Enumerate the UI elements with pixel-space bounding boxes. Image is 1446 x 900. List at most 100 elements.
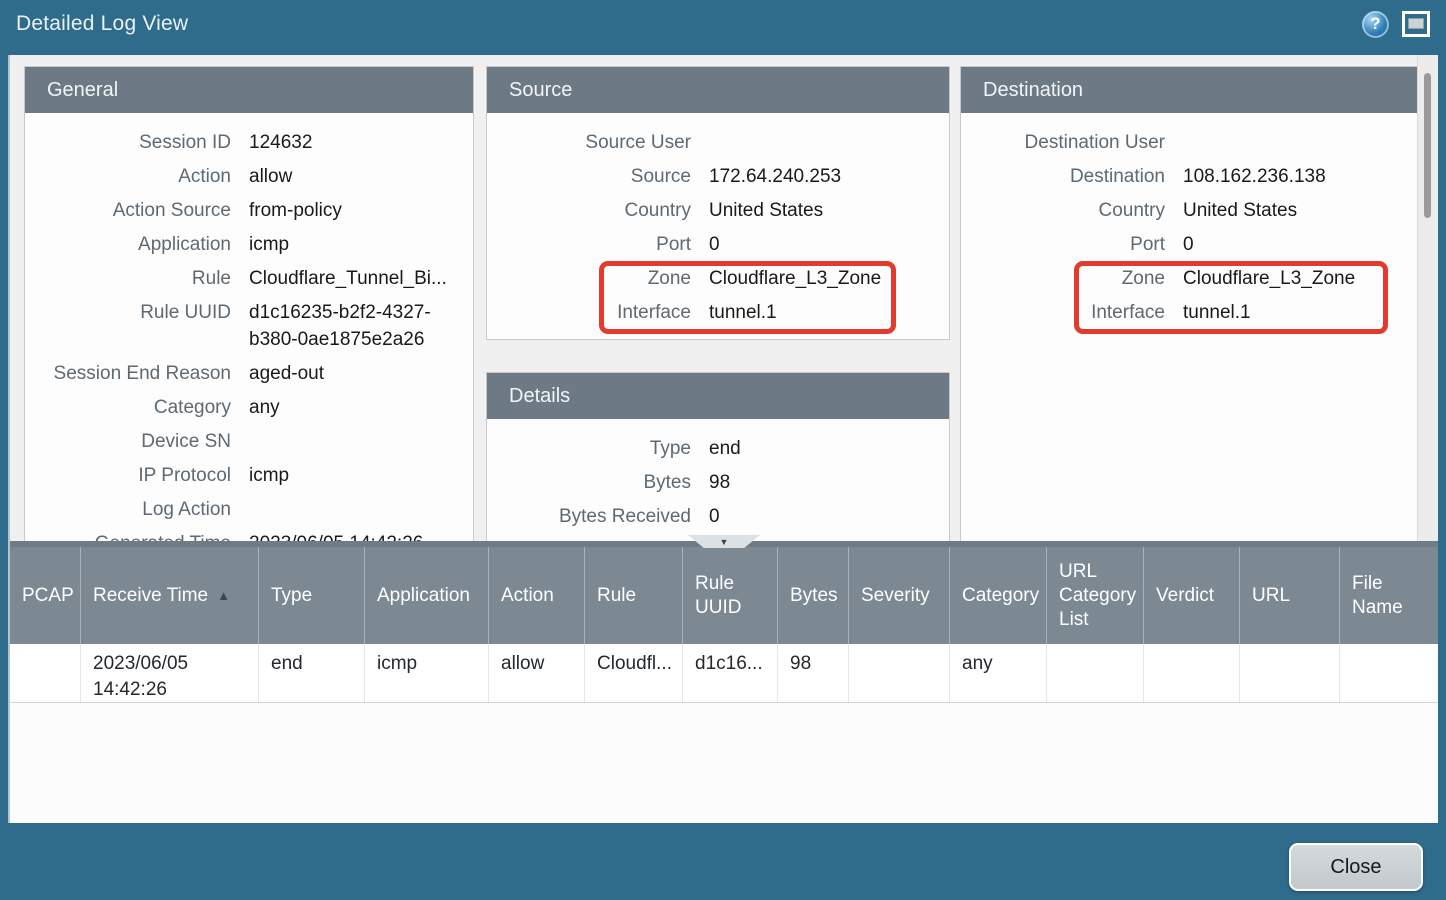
- column-header-application[interactable]: Application: [364, 547, 488, 644]
- field-label: Action Source: [47, 197, 231, 224]
- field-label: Application: [47, 231, 231, 258]
- row-rule: Rule Cloudflare_Tunnel_Bi...: [47, 265, 473, 292]
- field-label: Zone: [983, 265, 1165, 292]
- column-header-type[interactable]: Type: [258, 547, 364, 644]
- field-label: Country: [509, 197, 691, 224]
- column-header-receive-time[interactable]: Receive Time▲: [80, 547, 258, 644]
- row-bytes: Bytes 98: [509, 469, 949, 496]
- field-value: [1183, 129, 1420, 156]
- row-zone: ZoneCloudflare_L3_Zone: [509, 265, 949, 292]
- cell-rule: Cloudfl...: [584, 644, 682, 702]
- field-label: Session ID: [47, 129, 231, 156]
- cell-pcap: [10, 644, 80, 702]
- column-header-severity[interactable]: Severity: [848, 547, 949, 644]
- source-panel-body: Source User Source 172.64.240.253 Country…: [487, 113, 949, 326]
- row-device-sn: Device SN: [47, 428, 473, 455]
- field-label: Session End Reason: [47, 360, 231, 387]
- cell-type: end: [258, 644, 364, 702]
- row-rule-uuid: Rule UUIDd1c16235-b2f2-4327-b380-0ae1875…: [47, 299, 473, 353]
- log-table-area: ▼ PCAP Receive Time▲ Type Application Ac…: [8, 541, 1438, 823]
- field-label: Destination: [983, 163, 1165, 190]
- column-header-url-category-list[interactable]: URL Category List: [1046, 547, 1143, 644]
- field-label: Source: [509, 163, 691, 190]
- field-value: [709, 129, 949, 156]
- column-header-bytes[interactable]: Bytes: [777, 547, 848, 644]
- row-type: Typeend: [509, 435, 949, 462]
- field-label: Interface: [983, 299, 1165, 326]
- general-panel-header: General: [25, 67, 473, 113]
- field-value: icmp: [249, 462, 473, 489]
- chevron-down-icon: ▼: [720, 537, 729, 547]
- field-value: Cloudflare_L3_Zone: [709, 265, 949, 292]
- vertical-scrollbar-thumb[interactable]: [1424, 73, 1431, 218]
- field-label: Port: [983, 231, 1165, 258]
- field-value: Cloudflare_Tunnel_Bi...: [249, 265, 473, 292]
- row-application: Application icmp: [47, 231, 473, 258]
- row-log-action: Log Action: [47, 496, 473, 523]
- field-label: Source User: [509, 129, 691, 156]
- cell-receive-time: 2023/06/05 14:42:26: [80, 644, 258, 702]
- field-value: end: [709, 435, 949, 462]
- field-value: 172.64.240.253: [709, 163, 949, 190]
- field-value: United States: [709, 197, 949, 224]
- row-category: Categoryany: [47, 394, 473, 421]
- row-country: Country United States: [509, 197, 949, 224]
- general-panel-body: Session ID 124632 Action allow Action Sour…: [25, 113, 473, 541]
- row-destination: Destination108.162.236.138: [983, 163, 1420, 190]
- field-value: tunnel.1: [709, 299, 949, 326]
- row-ip-protocol: IP Protocol icmp: [47, 462, 473, 489]
- row-destination-user: Destination User: [983, 129, 1420, 156]
- field-value: tunnel.1: [1183, 299, 1420, 326]
- field-value: from-policy: [249, 197, 473, 224]
- column-header-category[interactable]: Category: [949, 547, 1046, 644]
- details-panel-body: Typeend Bytes98 Bytes Received0: [487, 419, 949, 530]
- field-value: [249, 496, 473, 523]
- field-value: 98: [709, 469, 949, 496]
- field-label: Action: [47, 163, 231, 190]
- field-label: Device SN: [47, 428, 231, 455]
- row-source: Source 172.64.240.253: [509, 163, 949, 190]
- field-value: 124632: [249, 129, 473, 156]
- field-value: 0: [1183, 231, 1420, 258]
- field-value: 2023/06/05 14:42:26: [249, 530, 473, 541]
- dialog-titlebar: Detailed Log View ?: [0, 0, 1446, 48]
- destination-panel-body: Destination User Destination108.162.236.…: [961, 113, 1420, 326]
- row-action: Action allow: [47, 163, 473, 190]
- cell-url-category-list: [1046, 644, 1143, 702]
- close-button[interactable]: Close: [1289, 843, 1423, 891]
- field-value: allow: [249, 163, 473, 190]
- field-label: Interface: [509, 299, 691, 326]
- field-value: icmp: [249, 231, 473, 258]
- field-label: Destination User: [983, 129, 1165, 156]
- page-title: Detailed Log View: [16, 12, 188, 36]
- field-value: 0: [709, 231, 949, 258]
- destination-panel: Destination Destination User Destination…: [960, 66, 1421, 541]
- field-label: Port: [509, 231, 691, 258]
- field-label: IP Protocol: [47, 462, 231, 489]
- field-value: Cloudflare_L3_Zone: [1183, 265, 1420, 292]
- column-header-verdict[interactable]: Verdict: [1143, 547, 1239, 644]
- log-table-row[interactable]: 2023/06/05 14:42:26 end icmp allow Cloud…: [10, 644, 1438, 703]
- field-label: Rule: [47, 265, 231, 292]
- column-header-rule[interactable]: Rule: [584, 547, 682, 644]
- help-icon[interactable]: ?: [1362, 11, 1389, 38]
- column-header-pcap[interactable]: PCAP: [10, 547, 80, 644]
- cell-file-name: [1339, 644, 1438, 702]
- field-value: aged-out: [249, 360, 473, 387]
- details-panel: Details Typeend Bytes98 Bytes Received0: [486, 372, 950, 541]
- row-port: Port 0: [983, 231, 1420, 258]
- column-header-rule-uuid[interactable]: Rule UUID: [682, 547, 777, 644]
- field-label: Type: [509, 435, 691, 462]
- field-label: Bytes: [509, 469, 691, 496]
- field-value: 0: [709, 503, 949, 530]
- cell-url: [1239, 644, 1339, 702]
- column-header-url[interactable]: URL: [1239, 547, 1339, 644]
- log-detail-panels-area: General Session ID 124632 Action allow Act…: [8, 55, 1438, 541]
- column-header-file-name[interactable]: File Name: [1339, 547, 1438, 644]
- column-header-action[interactable]: Action: [488, 547, 584, 644]
- window-restore-icon[interactable]: [1402, 11, 1430, 37]
- destination-panel-header: Destination: [961, 67, 1420, 113]
- cell-application: icmp: [364, 644, 488, 702]
- vertical-scrollbar-track[interactable]: [1417, 55, 1438, 541]
- row-action-source: Action Source from-policy: [47, 197, 473, 224]
